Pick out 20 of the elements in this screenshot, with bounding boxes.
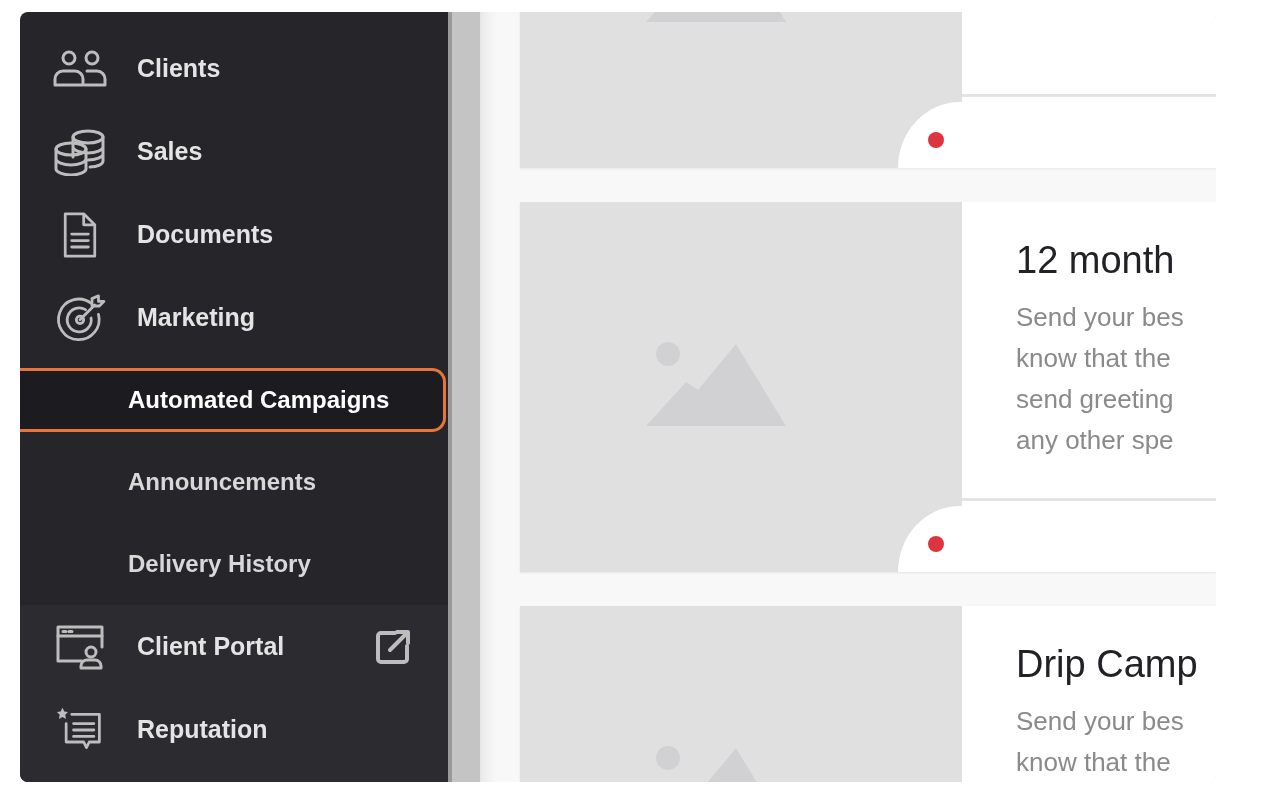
campaign-card[interactable]: 12 month Send your bes know that the send greeting any other spe [520, 202, 1216, 572]
sidebar-item[interactable]: Reputation [20, 688, 448, 771]
sidebar-item[interactable]: Announcements [20, 441, 448, 523]
campaign-description: Send your bes [1016, 705, 1185, 738]
campaign-description: send greeting [1016, 383, 1175, 416]
sidebar-item[interactable]: Delivery History [20, 523, 448, 605]
campaign-card[interactable]: Drip Camp Send your bes know that the [520, 606, 1216, 782]
campaign-description: know that the [1016, 746, 1172, 779]
sidebar-item[interactable]: Client Portal [20, 605, 448, 688]
campaign-description: Send your bes [1016, 301, 1185, 334]
campaign-description: any other spe [1016, 424, 1175, 457]
sidebar-item[interactable]: Clients [20, 27, 448, 110]
campaign-title: 12 month [1016, 238, 1176, 282]
campaign-title: Drip Camp [1016, 642, 1199, 686]
coins-icon [52, 127, 108, 176]
campaign-description: know that the [1016, 342, 1172, 375]
sidebar-item[interactable]: Sales [20, 110, 448, 193]
sidebar-item[interactable]: Marketing [20, 276, 448, 359]
sidebar-item[interactable]: Documents [20, 193, 448, 276]
sidebar-item[interactable]: Automated Campaigns [20, 368, 446, 432]
